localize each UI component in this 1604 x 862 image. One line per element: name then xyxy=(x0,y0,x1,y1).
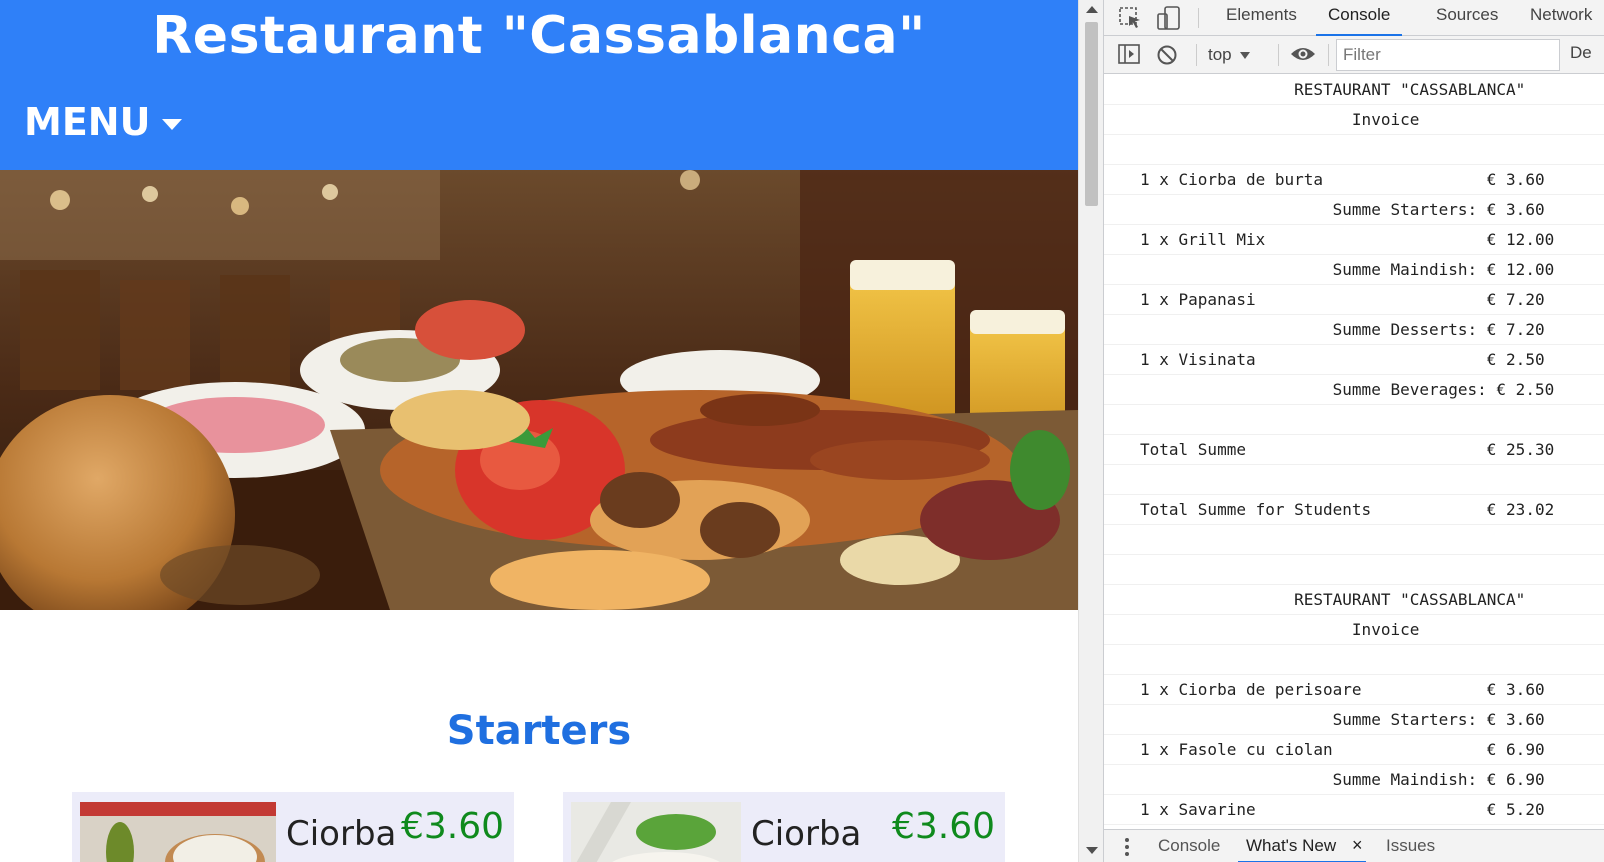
inspect-element-icon[interactable] xyxy=(1118,6,1144,30)
console-log-line: Summe Beverages: € 2.50 xyxy=(1104,375,1604,405)
menu-dropdown-toggle[interactable]: MENU xyxy=(24,100,183,144)
toolbar-divider xyxy=(1196,44,1197,66)
more-tools-kebab-icon[interactable] xyxy=(1124,837,1130,857)
console-log-line: Summe Maindish: € 6.90 xyxy=(1104,765,1604,795)
tab-elements[interactable]: Elements xyxy=(1214,0,1309,36)
drawer-tab-whats-new[interactable]: What's New xyxy=(1238,830,1367,862)
menu-item-name: Ciorba xyxy=(751,814,862,854)
tab-network[interactable]: Network xyxy=(1518,0,1604,36)
console-log-line: Summe Starters: € 3.60 xyxy=(1104,195,1604,225)
console-filter-bar: top De xyxy=(1104,36,1604,74)
clear-console-icon[interactable] xyxy=(1156,44,1178,66)
console-log-line: Summe Maindish: € 12.00 xyxy=(1104,255,1604,285)
caret-down-icon xyxy=(162,118,183,130)
menu-item-card[interactable]: Ciorba €3.60 xyxy=(563,792,1005,862)
tab-console[interactable]: Console xyxy=(1316,0,1403,36)
console-log-line: 1 x Savarine € 5.20 xyxy=(1104,795,1604,825)
console-log-line: Total Summe € 25.30 xyxy=(1104,435,1604,465)
drawer-tab-console[interactable]: Console xyxy=(1150,830,1228,862)
menu-item-name: Ciorba xyxy=(286,814,397,854)
console-log-line: Total Summe for Students € 23.02 xyxy=(1104,495,1604,525)
drawer-tab-issues[interactable]: Issues xyxy=(1378,830,1443,862)
menu-item-image xyxy=(80,802,276,862)
show-console-sidebar-icon[interactable] xyxy=(1118,44,1140,64)
console-log-line: RESTAURANT "CASSABLANCA" xyxy=(1104,585,1604,615)
menu-item-card[interactable]: Ciorba €3.60 xyxy=(72,792,514,862)
console-scrollbar[interactable] xyxy=(1594,75,1604,829)
device-toolbar-icon[interactable] xyxy=(1156,6,1182,30)
console-log-line: RESTAURANT "CASSABLANCA" xyxy=(1104,75,1604,105)
site-title: Restaurant "Cassablanca" xyxy=(152,6,926,66)
console-log-line: 1 x Visinata € 2.50 xyxy=(1104,345,1604,375)
caret-down-icon xyxy=(1239,51,1250,59)
devtools-toolbar: Elements Console Sources Network xyxy=(1104,0,1604,36)
section-title: Starters xyxy=(446,708,632,754)
console-output: RESTAURANT "CASSABLANCA" Invoice 1 x Cior… xyxy=(1104,75,1604,829)
console-log-line: Invoice xyxy=(1104,615,1604,645)
javascript-context-select[interactable]: top xyxy=(1208,43,1250,67)
log-levels-dropdown[interactable]: De xyxy=(1570,43,1592,63)
live-expression-eye-icon[interactable] xyxy=(1290,45,1316,63)
menu-item-price: €3.60 xyxy=(400,806,504,847)
devtools-panel: Elements Console Sources Network top Fil… xyxy=(1103,0,1604,862)
close-icon[interactable]: × xyxy=(1352,836,1366,854)
menu-label: MENU xyxy=(24,100,151,144)
console-log-line: 1 x Fasole cu ciolan € 6.90 xyxy=(1104,735,1604,765)
console-log-line: Invoice xyxy=(1104,105,1604,135)
devtools-drawer-tabs: Console What's New × Issues xyxy=(1104,829,1604,862)
page-scrollbar[interactable] xyxy=(1078,0,1103,862)
page-scroll-thumb[interactable] xyxy=(1085,22,1098,206)
console-log-line xyxy=(1104,555,1604,585)
console-log-line: 1 x Papanasi € 7.20 xyxy=(1104,285,1604,315)
console-filter-input[interactable] xyxy=(1336,39,1560,71)
toolbar-divider xyxy=(1198,8,1199,28)
console-log-line: Summe Desserts: € 7.20 xyxy=(1104,315,1604,345)
toolbar-divider xyxy=(1328,44,1329,66)
restaurant-page: Restaurant "Cassablanca" MENU Starters C… xyxy=(0,0,1078,862)
screen: Restaurant "Cassablanca" MENU Starters C… xyxy=(0,0,1604,862)
scroll-down-arrow-icon[interactable] xyxy=(1086,847,1098,854)
console-log-line xyxy=(1104,525,1604,555)
console-log-line: Summe Starters: € 3.60 xyxy=(1104,705,1604,735)
console-log-line xyxy=(1104,405,1604,435)
menu-item-price: €3.60 xyxy=(891,806,995,847)
console-log-line xyxy=(1104,135,1604,165)
site-header: Restaurant "Cassablanca" MENU xyxy=(0,0,1078,170)
console-log-line xyxy=(1104,465,1604,495)
console-log-line xyxy=(1104,645,1604,675)
console-log-line: 1 x Ciorba de burta € 3.60 xyxy=(1104,165,1604,195)
menu-item-image xyxy=(571,802,741,862)
scroll-up-arrow-icon[interactable] xyxy=(1086,6,1098,13)
tab-sources[interactable]: Sources xyxy=(1424,0,1510,36)
context-value: top xyxy=(1208,45,1232,64)
hero-image xyxy=(0,170,1078,610)
toolbar-divider xyxy=(1278,44,1279,66)
console-log-line: 1 x Ciorba de perisoare € 3.60 xyxy=(1104,675,1604,705)
console-log-line: 1 x Grill Mix € 12.00 xyxy=(1104,225,1604,255)
